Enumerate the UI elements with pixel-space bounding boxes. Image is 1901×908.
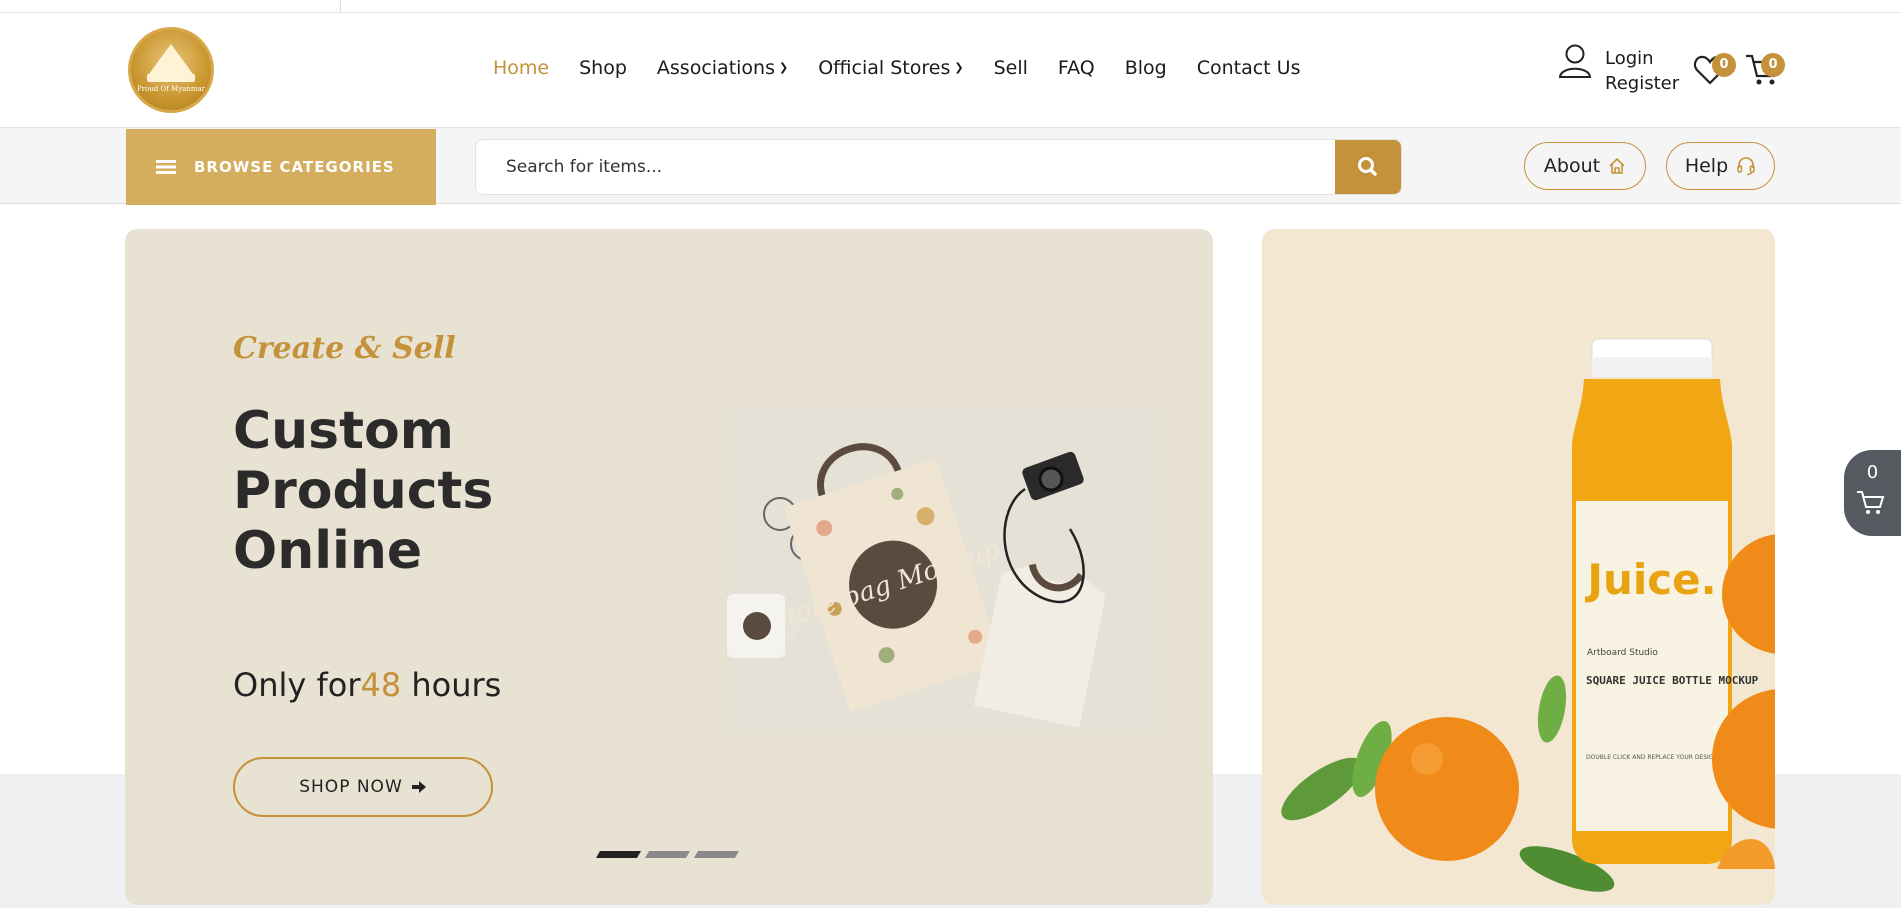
site-header: Proud Of Myanmar Home Shop Associations ❯… bbox=[0, 13, 1901, 127]
slider-dots bbox=[595, 851, 740, 858]
hero-kicker: Create & Sell bbox=[233, 331, 456, 366]
pagoda-icon bbox=[149, 44, 193, 74]
headset-icon bbox=[1737, 157, 1755, 176]
logo-text: Proud Of Myanmar bbox=[136, 85, 205, 93]
search-bar-row: BROWSE CATEGORIES About Help bbox=[0, 127, 1901, 205]
svg-text:Juice.: Juice. bbox=[1584, 555, 1716, 604]
slider-dot-3[interactable] bbox=[693, 851, 740, 858]
chevron-down-icon: ❯ bbox=[779, 61, 789, 74]
hero-title: Custom Products Online bbox=[233, 401, 494, 581]
nav-sell[interactable]: Sell bbox=[994, 57, 1028, 79]
nav-faq[interactable]: FAQ bbox=[1058, 57, 1095, 79]
site-logo[interactable]: Proud Of Myanmar bbox=[128, 27, 214, 113]
arrow-right-icon bbox=[411, 781, 426, 793]
home-icon bbox=[1609, 157, 1625, 174]
cart-icon bbox=[1857, 491, 1885, 514]
juice-bottle-image: Juice. Artboard Studio SQUARE JUICE BOTT… bbox=[1281, 338, 1775, 892]
logo-base bbox=[147, 74, 195, 82]
main-nav: Home Shop Associations ❯ Official Stores ❯… bbox=[493, 57, 1300, 79]
chevron-down-icon: ❯ bbox=[954, 61, 964, 74]
nav-associations[interactable]: Associations ❯ bbox=[657, 57, 788, 79]
side-banner[interactable]: Juice. Artboard Studio SQUARE JUICE BOTT… bbox=[1262, 229, 1775, 905]
shop-now-label: SHOP NOW bbox=[299, 777, 403, 797]
register-link[interactable]: Register bbox=[1605, 71, 1679, 96]
floating-cart-button[interactable]: 0 bbox=[1844, 450, 1901, 536]
shop-now-button[interactable]: SHOP NOW bbox=[233, 757, 493, 817]
wishlist-count-badge: 0 bbox=[1712, 53, 1736, 77]
hero-slider: Create & Sell Custom Products Online Onl… bbox=[125, 229, 1213, 905]
search-icon bbox=[1358, 157, 1377, 176]
help-button[interactable]: Help bbox=[1666, 142, 1775, 190]
product-mockup-image: tote bag Mockup bbox=[725, 409, 1165, 729]
search-box bbox=[475, 139, 1402, 195]
top-strip bbox=[0, 0, 1901, 13]
nav-shop[interactable]: Shop bbox=[579, 57, 627, 79]
hero-offer-number: 48 bbox=[360, 666, 402, 704]
nav-blog[interactable]: Blog bbox=[1125, 57, 1167, 79]
about-button[interactable]: About bbox=[1524, 142, 1646, 190]
nav-contact-us[interactable]: Contact Us bbox=[1197, 57, 1301, 79]
slider-dot-1[interactable] bbox=[595, 851, 642, 858]
nav-official-stores[interactable]: Official Stores ❯ bbox=[818, 57, 963, 79]
nav-home[interactable]: Home bbox=[493, 57, 549, 79]
login-link[interactable]: Login bbox=[1605, 46, 1679, 71]
svg-text:Artboard Studio: Artboard Studio bbox=[1587, 648, 1658, 658]
search-button[interactable] bbox=[1335, 140, 1401, 194]
cart-count-badge: 0 bbox=[1761, 53, 1785, 77]
hero-offer: Only for48 hours bbox=[233, 666, 502, 704]
list-icon bbox=[156, 160, 176, 174]
about-label: About bbox=[1543, 155, 1601, 177]
account-links: Login Register bbox=[1605, 46, 1679, 96]
search-input[interactable] bbox=[476, 140, 1336, 194]
slider-dot-2[interactable] bbox=[644, 851, 691, 858]
help-label: Help bbox=[1684, 155, 1729, 177]
user-icon[interactable] bbox=[1558, 43, 1592, 79]
svg-text:SQUARE JUICE BOTTLE MOCKUP: SQUARE JUICE BOTTLE MOCKUP bbox=[1586, 674, 1759, 687]
browse-categories-label: BROWSE CATEGORIES bbox=[194, 158, 395, 176]
browse-categories-button[interactable]: BROWSE CATEGORIES bbox=[126, 129, 436, 205]
top-strip-divider bbox=[340, 0, 341, 13]
floating-cart-count: 0 bbox=[1866, 462, 1879, 483]
